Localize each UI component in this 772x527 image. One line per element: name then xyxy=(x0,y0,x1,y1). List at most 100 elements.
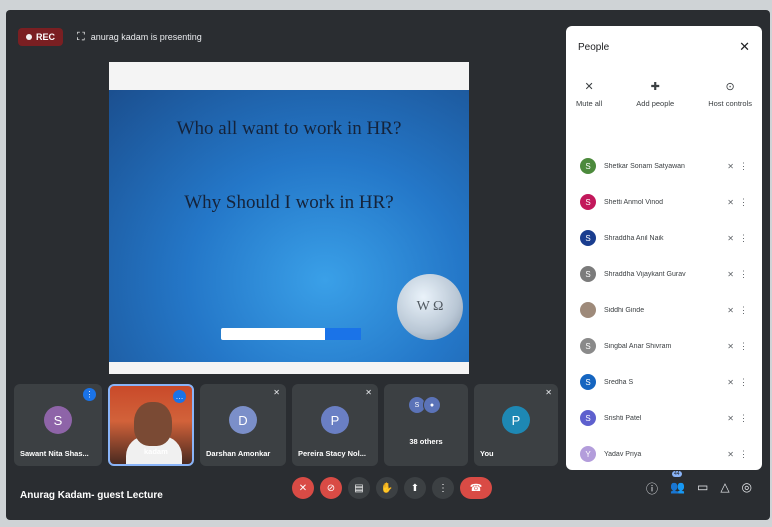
more-vert-icon[interactable]: ⋮ xyxy=(739,233,748,244)
captions-icon: ▤ xyxy=(354,482,364,494)
participant-name: Siddhi Ginde xyxy=(604,306,645,314)
more-vert-icon[interactable]: ⋮ xyxy=(739,161,748,172)
participant-name: Shetkar Sonam Satyawan xyxy=(604,162,685,170)
mic-off-icon[interactable]: ✕ xyxy=(727,450,734,459)
mic-off-icon[interactable]: ✕ xyxy=(727,342,734,351)
presenting-text: anurag kadam is presenting xyxy=(90,32,202,42)
more-vert-icon[interactable]: ⋮ xyxy=(739,197,748,208)
record-dot-icon xyxy=(26,34,32,40)
slide-line-2: Why Should I work in HR? xyxy=(184,192,394,213)
people-panel: People ✕ ✕ Mute all ✚ Add people ⊙ Host … xyxy=(566,26,762,470)
host-controls-button[interactable]: ⊙ Host controls xyxy=(708,80,752,108)
host-controls-icon: ⊙ xyxy=(725,81,735,93)
avatar: S xyxy=(580,194,596,210)
action-label: Host controls xyxy=(708,99,752,108)
mic-toggle-button[interactable]: ✕ xyxy=(292,477,314,499)
leave-call-button[interactable]: ☎ xyxy=(460,477,492,499)
present-screen-icon: ⛶ xyxy=(77,30,85,43)
list-item[interactable]: S Shraddha Anil Naik ✕ ⋮ xyxy=(566,220,762,256)
mic-off-icon: ✕ xyxy=(545,388,552,397)
mic-off-icon: ✕ xyxy=(298,482,308,494)
panel-actions: ✕ Mute all ✚ Add people ⊙ Host controls xyxy=(576,80,752,108)
stop-sharing-button[interactable] xyxy=(325,328,361,340)
list-item[interactable]: Siddhi Ginde ✕ ⋮ xyxy=(566,292,762,328)
participant-tiles: ⋮ S Sawant Nita Shas... … kadam ✕ D Dars… xyxy=(14,384,558,466)
participant-name: Sawant Nita Shas... xyxy=(20,449,89,458)
mic-off-icon[interactable]: ✕ xyxy=(727,270,734,279)
participant-list: S Shetkar Sonam Satyawan ✕ ⋮ S Shetti An… xyxy=(566,148,762,470)
people-icon: 👥 xyxy=(670,480,685,494)
avatar: P xyxy=(502,406,530,434)
more-vert-icon[interactable]: ⋮ xyxy=(739,269,748,280)
more-vert-icon[interactable]: ⋮ xyxy=(739,377,748,388)
info-icon[interactable]: ⓘ xyxy=(646,480,658,497)
camera-toggle-button[interactable]: ⊘ xyxy=(320,477,342,499)
participant-name: Singbal Anar Shivram xyxy=(604,342,672,350)
speaking-icon: ⋮ xyxy=(83,388,96,401)
list-item[interactable]: S Sredha S ✕ ⋮ xyxy=(566,364,762,400)
more-vert-icon: ⋮ xyxy=(438,482,448,494)
chat-icon[interactable]: ▭ xyxy=(697,480,708,497)
more-options-button[interactable]: ⋮ xyxy=(432,477,454,499)
shared-screen: Who all want to work in HR? Why Should I… xyxy=(109,62,469,374)
others-tile[interactable]: S ● 38 others xyxy=(384,384,468,466)
more-vert-icon[interactable]: ⋮ xyxy=(739,305,748,316)
more-vert-icon[interactable]: ⋮ xyxy=(739,449,748,460)
rec-label: REC xyxy=(36,32,56,42)
mic-off-icon[interactable]: ✕ xyxy=(727,414,734,423)
list-item[interactable]: S Srishti Patel ✕ ⋮ xyxy=(566,400,762,436)
host-lock-icon[interactable]: ◎ xyxy=(742,480,752,497)
call-controls: ✕ ⊘ ▤ ✋ ⬆ ⋮ ☎ xyxy=(292,477,492,499)
participant-tile[interactable]: ✕ D Darshan Amonkar xyxy=(200,384,286,466)
captions-button[interactable]: ▤ xyxy=(348,477,370,499)
mic-off-icon: ✕ xyxy=(365,388,372,397)
participant-name: Shraddha Anil Naik xyxy=(604,234,664,242)
more-options-icon[interactable]: … xyxy=(173,390,186,403)
people-button[interactable]: 44 👥 xyxy=(670,471,685,497)
mic-off-icon[interactable]: ✕ xyxy=(727,162,734,171)
meeting-title: Anurag Kadam- guest Lecture xyxy=(20,490,163,501)
participant-video-tile[interactable]: … kadam xyxy=(108,384,194,466)
avatar-photo xyxy=(580,302,596,318)
avatar: S xyxy=(580,266,596,282)
activities-icon[interactable]: △ xyxy=(720,480,729,497)
action-label: Mute all xyxy=(576,99,603,108)
participant-name: Srishti Patel xyxy=(604,414,642,422)
mic-off-icon[interactable]: ✕ xyxy=(727,378,734,387)
side-controls: ⓘ 44 👥 ▭ △ ◎ xyxy=(646,471,752,497)
video-face xyxy=(134,402,172,446)
participant-tile[interactable]: ✕ P Pereira Stacy Nol... xyxy=(292,384,378,466)
self-tile[interactable]: ✕ P You xyxy=(474,384,558,466)
slide-line-1: Who all want to work in HR? xyxy=(176,118,402,139)
phone-hangup-icon: ☎ xyxy=(469,482,483,494)
raise-hand-button[interactable]: ✋ xyxy=(376,477,398,499)
avatar: S xyxy=(44,406,72,434)
people-count-badge: 44 xyxy=(672,471,682,477)
list-item[interactable]: S Shetkar Sonam Satyawan ✕ ⋮ xyxy=(566,148,762,184)
avatar: P xyxy=(321,406,349,434)
meet-screen: REC ⛶ anurag kadam is presenting Who all… xyxy=(6,10,770,520)
mic-off-icon[interactable]: ✕ xyxy=(727,234,734,243)
mic-off-icon: ✕ xyxy=(584,81,594,93)
close-icon[interactable]: ✕ xyxy=(739,39,750,55)
participant-name: kadam xyxy=(144,447,168,456)
list-item[interactable]: S Shetti Anmol Vinod ✕ ⋮ xyxy=(566,184,762,220)
mic-off-icon[interactable]: ✕ xyxy=(727,198,734,207)
more-vert-icon[interactable]: ⋮ xyxy=(739,413,748,424)
participant-name: Pereira Stacy Nol... xyxy=(298,449,366,458)
hand-icon: ✋ xyxy=(380,482,394,494)
panel-title: People xyxy=(578,42,610,53)
mute-all-button[interactable]: ✕ Mute all xyxy=(576,80,602,108)
avatar: S xyxy=(580,158,596,174)
list-item[interactable]: S Shraddha Vijaykant Gurav ✕ ⋮ xyxy=(566,256,762,292)
list-item[interactable]: Y Yadav Priya ✕ ⋮ xyxy=(566,436,762,470)
mic-off-icon[interactable]: ✕ xyxy=(727,306,734,315)
avatar: Y xyxy=(580,446,596,462)
list-item[interactable]: S Singbal Anar Shivram ✕ ⋮ xyxy=(566,328,762,364)
mic-off-icon: ✕ xyxy=(273,388,280,397)
present-button[interactable]: ⬆ xyxy=(404,477,426,499)
add-people-button[interactable]: ✚ Add people xyxy=(636,80,674,108)
camera-off-icon: ⊘ xyxy=(326,482,336,494)
participant-tile[interactable]: ⋮ S Sawant Nita Shas... xyxy=(14,384,102,466)
more-vert-icon[interactable]: ⋮ xyxy=(739,341,748,352)
